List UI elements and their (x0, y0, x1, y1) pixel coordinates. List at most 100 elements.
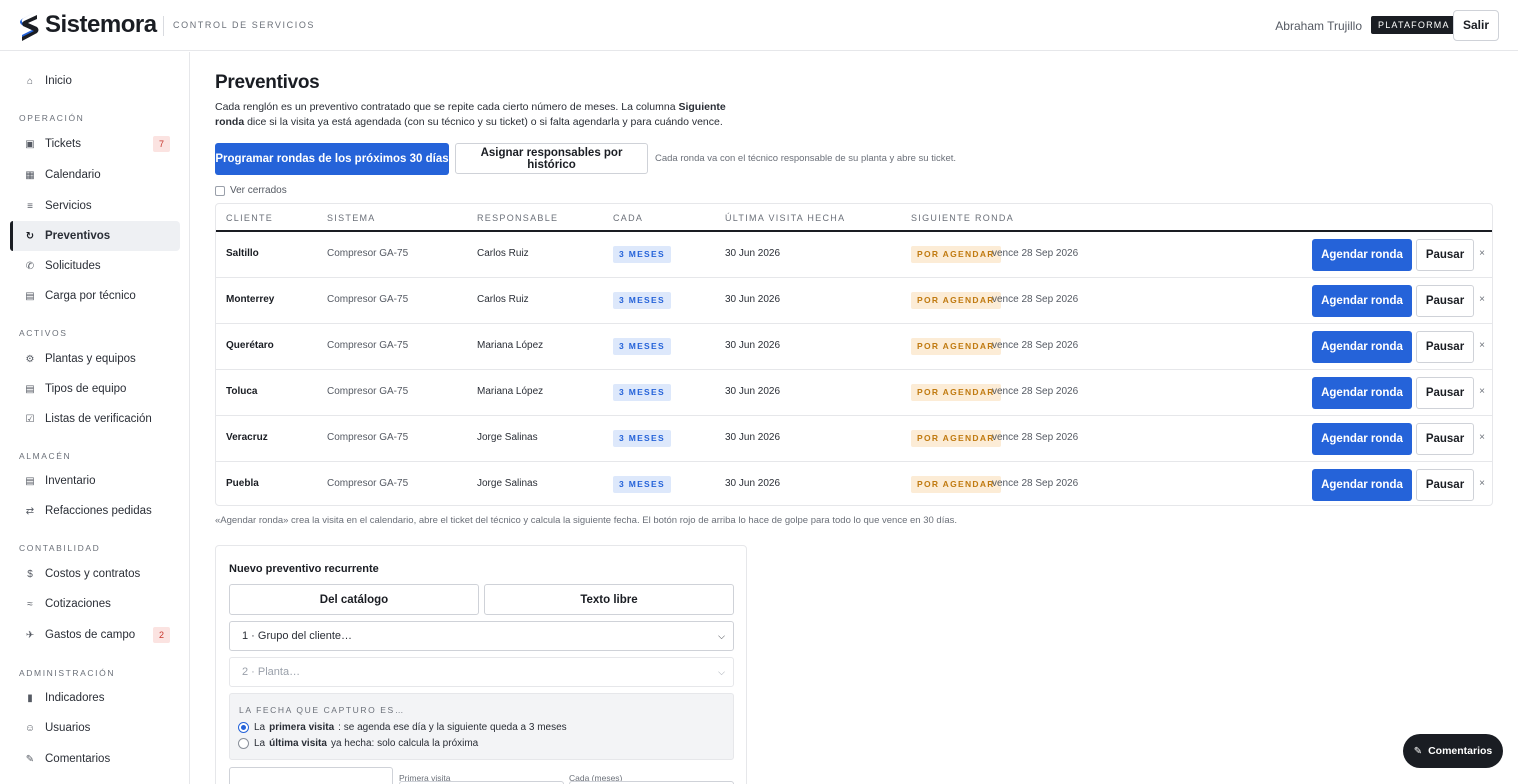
sidebar-item-label: Calendario (45, 169, 101, 181)
schedule-next-30-days-button[interactable]: Programar rondas de los próximos 30 días (215, 143, 449, 175)
sidebar-item-label: Listas de verificación (45, 413, 152, 425)
sidebar-item-requests[interactable]: ✆ Solicitudes (10, 251, 180, 281)
radio-button[interactable] (238, 738, 249, 749)
due-date: vence 28 Sep 2026 (992, 432, 1079, 443)
sidebar-item-label: Tickets (45, 138, 81, 150)
sidebar-item-quotes[interactable]: ≈ Cotizaciones (10, 589, 180, 619)
system-name: Compresor GA-75 (327, 478, 409, 489)
sidebar-item-workload[interactable]: ▤ Carga por técnico (10, 281, 180, 311)
plant-select[interactable]: 2 · Planta… ⌵ (229, 657, 734, 687)
schedule-round-button[interactable]: Agendar ronda (1312, 331, 1412, 363)
pause-button[interactable]: Pausar (1416, 377, 1474, 409)
sidebar-item-parts-ordered[interactable]: ⇄ Refacciones pedidas (10, 496, 180, 526)
radio-button-checked[interactable] (238, 722, 249, 733)
request-icon: ✆ (25, 260, 35, 272)
last-visit-date: 30 Jun 2026 (725, 248, 781, 259)
responsible-name: Jorge Salinas (477, 478, 538, 489)
close-icon[interactable]: × (1477, 339, 1487, 353)
close-icon[interactable]: × (1477, 247, 1487, 261)
logout-button[interactable]: Salir (1453, 10, 1499, 41)
chevron-down-icon: ⌵ (718, 631, 725, 641)
sidebar-item-label: Indicadores (45, 692, 105, 704)
sidebar-item-checklists[interactable]: ☑ Listas de verificación (10, 404, 180, 434)
feedback-button[interactable]: ✎ Comentarios (1403, 734, 1503, 768)
sidebar-item-users[interactable]: ☺ Usuarios (10, 713, 180, 743)
sidebar-item-equipment-types[interactable]: ▤ Tipos de equipo (10, 374, 180, 404)
frequency-badge: 3 MESES (613, 246, 671, 263)
refresh-icon: ↻ (25, 230, 35, 242)
radio-first-visit[interactable]: La primera visita : se agenda ese día y … (238, 722, 567, 733)
sidebar-item-comments[interactable]: ✎ Comentarios (10, 744, 180, 774)
radio-label-prefix: La (254, 738, 266, 749)
tab-catalog[interactable]: Del catálogo (229, 584, 479, 615)
close-icon[interactable]: × (1477, 431, 1487, 445)
radio-label-suffix: : se agenda ese día y la siguiente queda… (338, 722, 567, 733)
radio-label-prefix: La (254, 722, 266, 733)
users-icon: ☺ (24, 722, 36, 734)
status-badge: POR AGENDAR (911, 476, 1001, 493)
schedule-round-button[interactable]: Agendar ronda (1312, 377, 1412, 409)
radio-last-visit[interactable]: La última visita ya hecha: solo calcula … (238, 738, 478, 749)
sidebar-item-home[interactable]: ⌂ Inicio (10, 66, 180, 96)
brand-logo[interactable]: Sistemora (19, 9, 157, 41)
sidebar-item-label: Inicio (45, 75, 72, 87)
client-name: Monterrey (226, 294, 275, 305)
show-closed-checkbox[interactable] (215, 185, 225, 196)
sidebar-section-operacion: OPERACIÓN (19, 113, 85, 123)
schedule-round-button[interactable]: Agendar ronda (1312, 423, 1412, 455)
pause-button[interactable]: Pausar (1416, 423, 1474, 455)
pause-button[interactable]: Pausar (1416, 331, 1474, 363)
sidebar-section-contabilidad: CONTABILIDAD (19, 543, 101, 553)
table-row: Veracruz Compresor GA-75 Jorge Salinas 3… (216, 416, 1492, 462)
sidebar-item-services[interactable]: ≡ Servicios (10, 191, 180, 221)
system-name: Compresor GA-75 (327, 432, 409, 443)
system-name: Compresor GA-75 (327, 248, 409, 259)
equipment-field[interactable] (229, 767, 393, 784)
close-icon[interactable]: × (1477, 385, 1487, 399)
plane-icon: ✈ (25, 629, 35, 641)
due-date: vence 28 Sep 2026 (992, 478, 1079, 489)
sidebar-item-label: Tipos de equipo (45, 383, 127, 395)
pause-button[interactable]: Pausar (1416, 469, 1474, 501)
schedule-round-button[interactable]: Agendar ronda (1312, 469, 1412, 501)
column-header-next-round: SIGUIENTE RONDA (911, 213, 1015, 223)
sidebar-section-administracion: ADMINISTRACIÓN (19, 668, 116, 678)
swap-icon: ⇄ (25, 505, 35, 517)
sidebar-item-label: Solicitudes (45, 260, 101, 272)
schedule-round-button[interactable]: Agendar ronda (1312, 239, 1412, 271)
sidebar-item-calendar[interactable]: ▦ Calendario (10, 160, 180, 190)
expenses-count-badge: 2 (153, 627, 170, 643)
sidebar-item-costs[interactable]: $ Costos y contratos (10, 559, 180, 589)
radio-label-bold: última visita (269, 738, 327, 749)
schedule-round-button[interactable]: Agendar ronda (1312, 285, 1412, 317)
sidebar-item-label: Refacciones pedidas (45, 505, 152, 517)
assign-responsibles-button[interactable]: Asignar responsables por histórico (455, 143, 648, 174)
responsible-name: Carlos Ruiz (477, 294, 529, 305)
last-visit-date: 30 Jun 2026 (725, 478, 781, 489)
last-visit-date: 30 Jun 2026 (725, 340, 781, 351)
chevron-down-icon: ⌵ (718, 667, 725, 677)
sidebar-item-tickets[interactable]: ▣ Tickets 7 (10, 129, 180, 159)
show-closed-toggle[interactable]: Ver cerrados (215, 185, 287, 196)
quote-icon: ≈ (27, 598, 33, 610)
feedback-label: Comentarios (1428, 745, 1493, 757)
date-meaning-group: LA FECHA QUE CAPTURO ES… La primera visi… (229, 693, 734, 760)
responsible-name: Jorge Salinas (477, 432, 538, 443)
sidebar-item-field-expenses[interactable]: ✈ Gastos de campo 2 (10, 620, 180, 650)
tab-free-text[interactable]: Texto libre (484, 584, 734, 615)
pause-button[interactable]: Pausar (1416, 285, 1474, 317)
sidebar-item-inventory[interactable]: ▤ Inventario (10, 466, 180, 496)
sidebar-item-plants[interactable]: ⚙ Plantas y equipos (10, 344, 180, 374)
radio-label-bold: primera visita (269, 722, 335, 733)
sidebar-item-indicators[interactable]: ▮ Indicadores (10, 683, 180, 713)
gear-icon: ⚙ (25, 353, 35, 365)
close-icon[interactable]: × (1477, 293, 1487, 307)
frequency-badge: 3 MESES (613, 476, 671, 493)
logo-mark-icon (20, 11, 39, 41)
sidebar-item-preventives[interactable]: ↻ Preventivos (10, 221, 180, 251)
close-icon[interactable]: × (1477, 477, 1487, 491)
pause-button[interactable]: Pausar (1416, 239, 1474, 271)
client-group-select[interactable]: 1 · Grupo del cliente… ⌵ (229, 621, 734, 651)
frequency-badge: 3 MESES (613, 292, 671, 309)
client-group-value: 1 · Grupo del cliente… (242, 630, 353, 642)
